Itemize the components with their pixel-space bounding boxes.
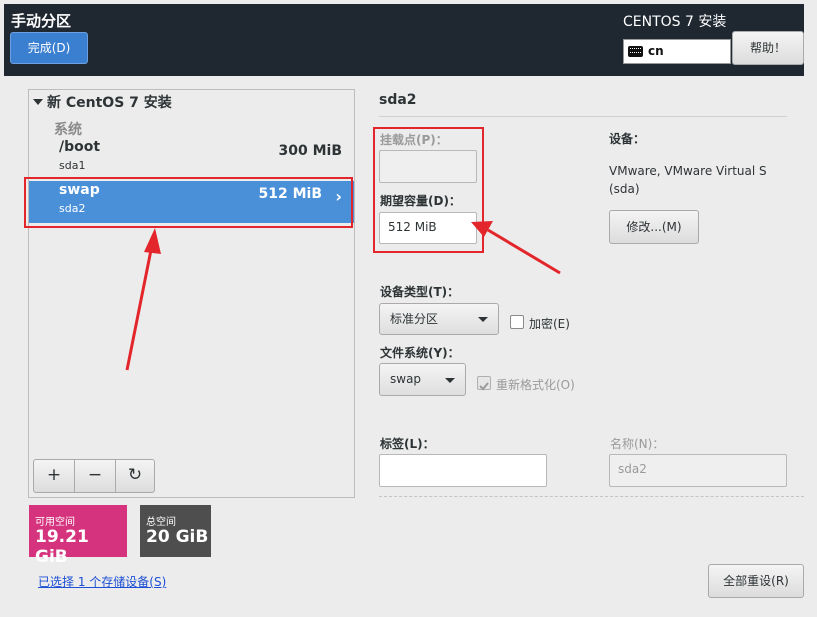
annotation-arrow <box>487 228 561 275</box>
annotation-arrowhead <box>471 221 493 237</box>
annotation-arrows <box>125 221 561 371</box>
annotation-arrowhead <box>144 228 161 254</box>
annotation-arrow <box>125 244 154 371</box>
